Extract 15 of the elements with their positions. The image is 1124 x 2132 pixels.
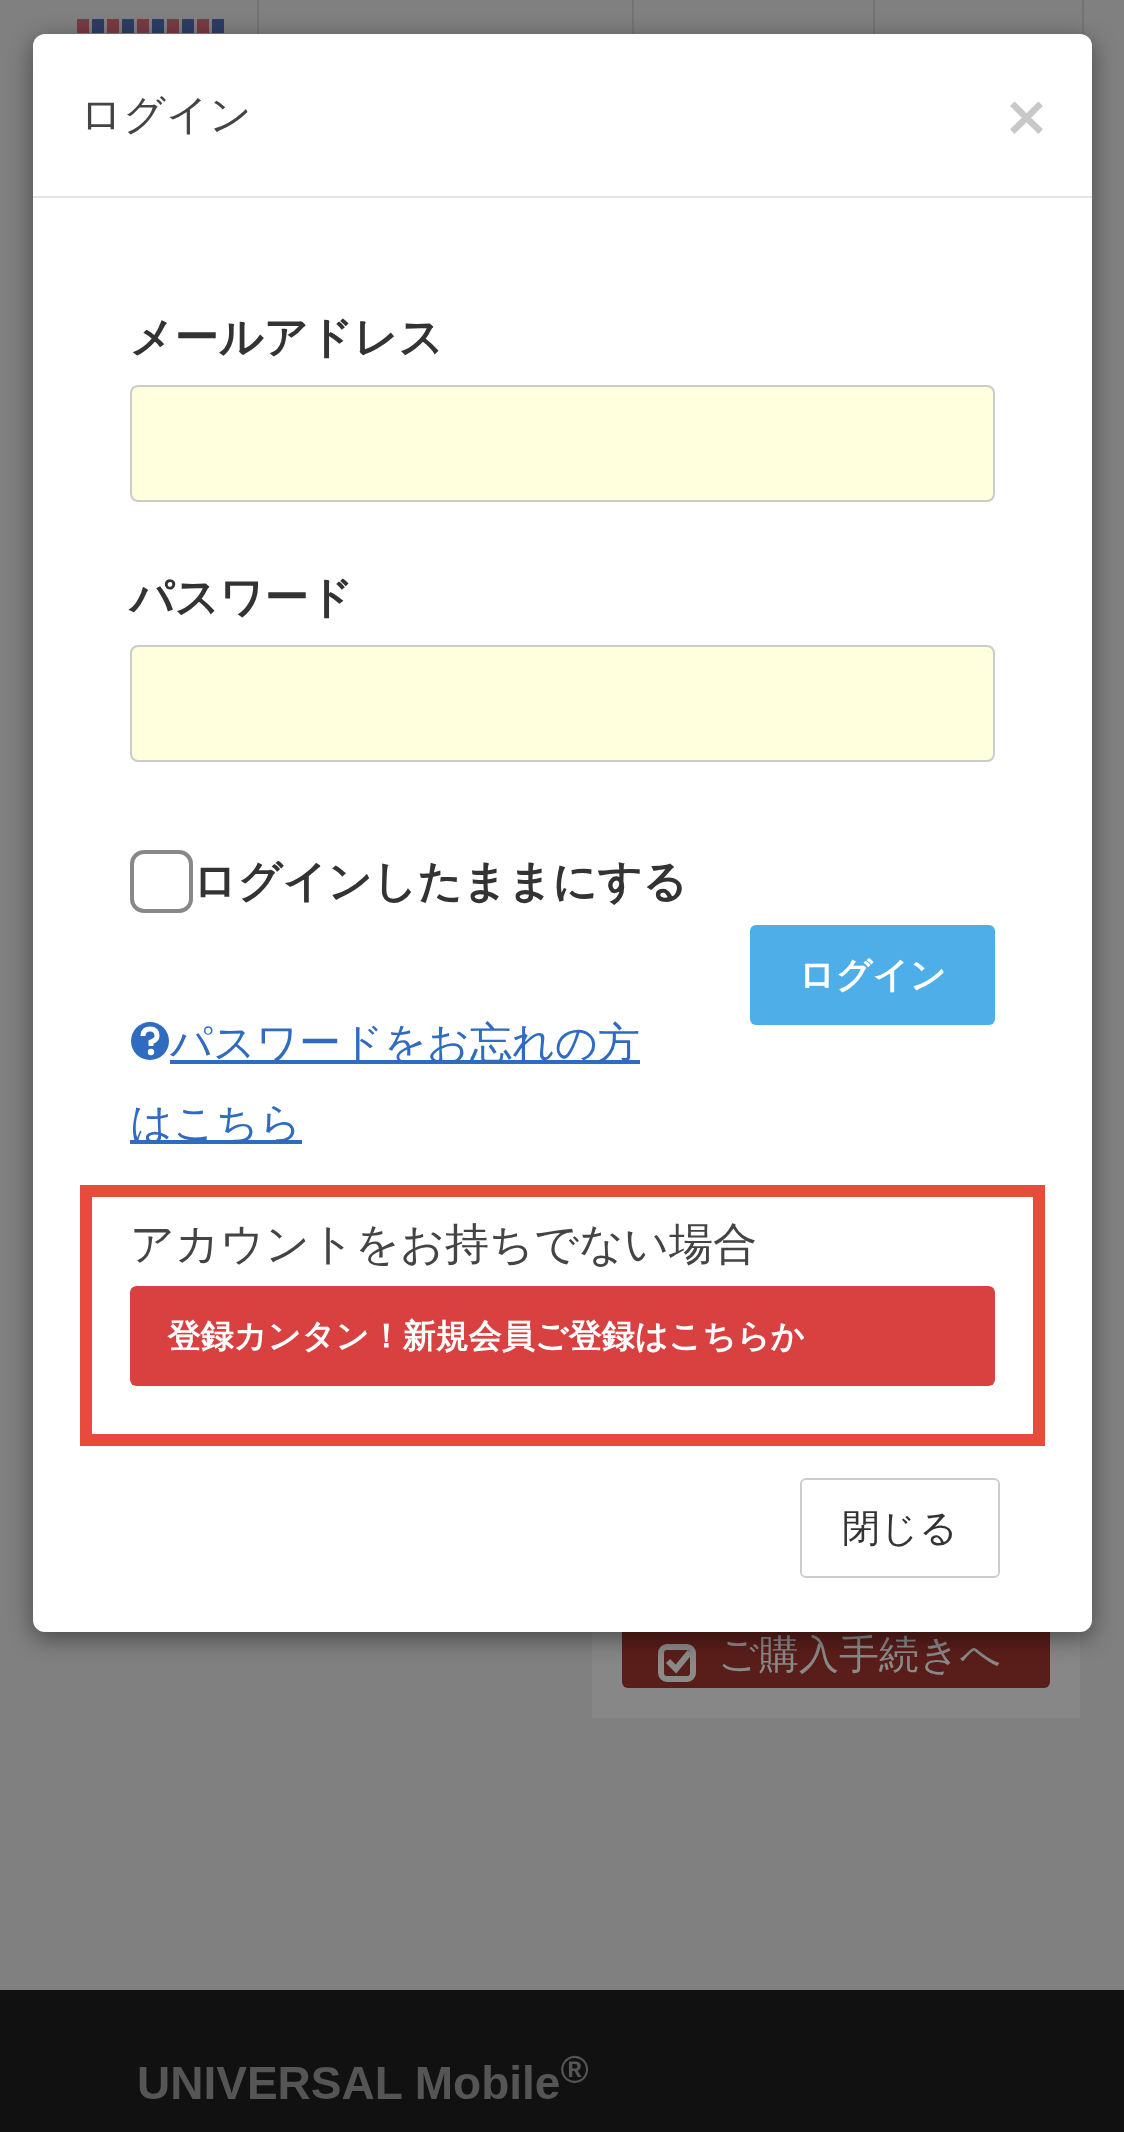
help-icon	[130, 1021, 170, 1061]
signup-button[interactable]: 登録カンタン！新規会員ご登録はこちらか	[130, 1286, 995, 1386]
brand-logo: UNIVERSAL Mobile$^{®}$	[137, 2048, 589, 2111]
input-field[interactable]	[130, 385, 995, 502]
dialog-title: ログイン	[80, 89, 252, 141]
field-label: メールアドレス	[130, 310, 445, 364]
flag-banner-icon	[77, 19, 224, 33]
checkbox-label: ログインしたままにする	[193, 854, 688, 908]
field-label: パスワード	[130, 570, 355, 624]
close-button[interactable]: 閉じる	[800, 1478, 1000, 1578]
signup-prompt: アカウントをお持ちでない場合	[130, 1217, 758, 1271]
login-button[interactable]: ログイン	[750, 925, 995, 1025]
checkbox[interactable]	[130, 850, 193, 913]
input-field[interactable]	[130, 645, 995, 762]
checkbox-icon	[658, 1644, 696, 1682]
